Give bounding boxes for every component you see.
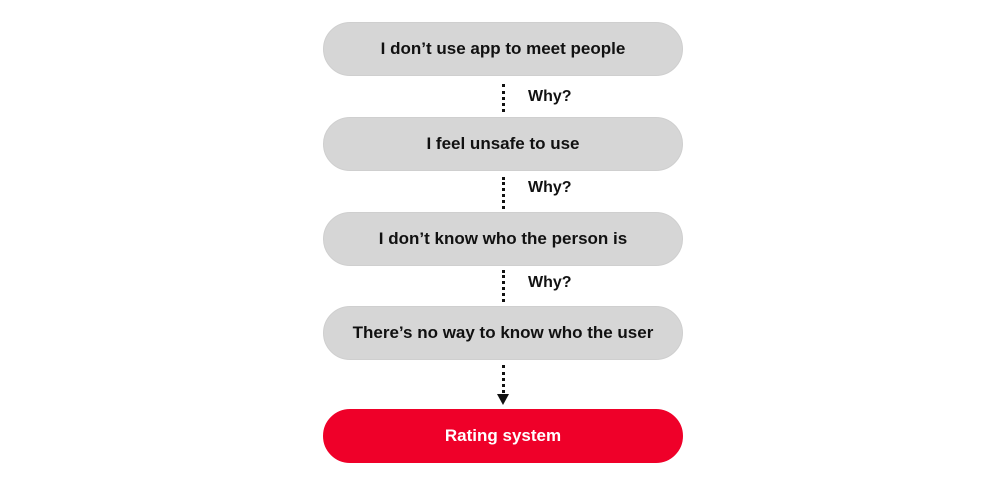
- arrow-down-icon: [497, 394, 509, 405]
- dotted-connector-1: [502, 84, 505, 112]
- why-label-3: Why?: [528, 274, 572, 291]
- why-label-2: Why?: [528, 179, 572, 196]
- why-label-1: Why?: [528, 88, 572, 105]
- dotted-connector-4: [502, 365, 505, 393]
- step-box-4: There’s no way to know who the user: [323, 306, 683, 360]
- step-box-1: I don’t use app to meet people: [323, 22, 683, 76]
- dotted-connector-2: [502, 177, 505, 209]
- result-box: Rating system: [323, 409, 683, 463]
- step-box-3: I don’t know who the person is: [323, 212, 683, 266]
- step-box-2: I feel unsafe to use: [323, 117, 683, 171]
- dotted-connector-3: [502, 270, 505, 302]
